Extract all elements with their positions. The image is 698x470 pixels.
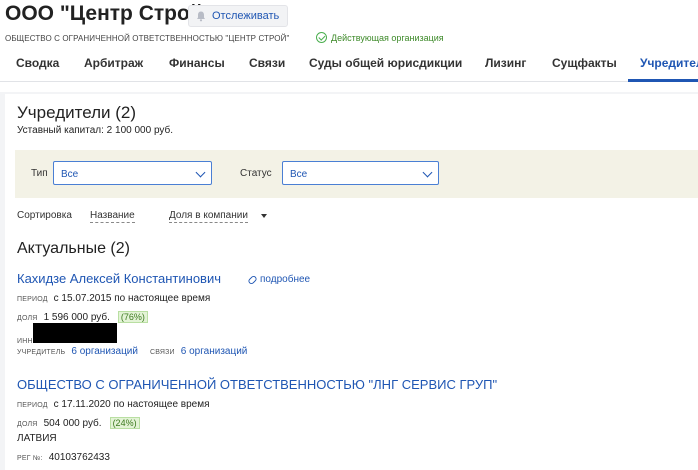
share-label: ДОЛЯ: [17, 315, 38, 322]
reg-number-label: РЕГ №:: [17, 455, 43, 462]
sort-label: Сортировка: [17, 210, 72, 221]
chevron-down-icon: [195, 167, 206, 178]
period-label: ПЕРИОД: [17, 296, 48, 303]
status-text: Действующая организация: [331, 32, 444, 43]
period-value: с 15.07.2015 по настоящее время: [53, 293, 211, 304]
founder-links-row: УЧРЕДИТЕЛЬ 6 организаций СВЯЗИ 6 организ…: [17, 346, 247, 357]
tab-general-courts[interactable]: Суды общей юрисдикции: [309, 56, 462, 70]
tab-arbitration[interactable]: Арбитраж: [84, 56, 143, 70]
founders-panel: Учредители (2) Уставный капитал: 2 100 0…: [5, 94, 698, 470]
section-title-current: Актуальные (2): [17, 240, 130, 257]
share-percent-badge: (24%): [109, 417, 140, 429]
chevron-down-icon: [422, 167, 433, 178]
founder-share-row: ДОЛЯ 1 596 000 руб. (76%): [17, 311, 148, 323]
status-select[interactable]: Все: [282, 161, 439, 185]
follow-label: Отслеживать: [212, 10, 280, 22]
period-label: ПЕРИОД: [17, 402, 48, 409]
redacted-inn: [32, 323, 117, 343]
share-percent-badge: (76%): [117, 311, 148, 323]
founder-share-row: ДОЛЯ 504 000 руб. (24%): [17, 417, 140, 429]
status-select-value: Все: [290, 169, 308, 180]
share-value: 1 596 000 руб.: [43, 312, 110, 323]
founder-reg-row: РЕГ №: 40103762433: [17, 452, 110, 463]
founder-period-row: ПЕРИОД с 15.07.2015 по настоящее время: [17, 293, 210, 304]
status-badge: Действующая организация: [316, 32, 444, 43]
period-value: с 17.11.2020 по настоящее время: [53, 399, 210, 410]
founder-period-row: ПЕРИОД с 17.11.2020 по настоящее время: [17, 399, 210, 410]
share-label: ДОЛЯ: [17, 421, 38, 428]
reg-number-value: 40103762433: [48, 452, 110, 463]
founder-of-label: УЧРЕДИТЕЛЬ: [17, 349, 66, 356]
company-full-name: ОБЩЕСТВО С ОГРАНИЧЕННОЙ ОТВЕТСТВЕННОСТЬЮ…: [5, 34, 290, 43]
founder-name-link[interactable]: ОБЩЕСТВО С ОГРАНИЧЕННОЙ ОТВЕТСТВЕННОСТЬЮ…: [17, 377, 497, 392]
more-details-link[interactable]: подробнее: [247, 274, 311, 285]
page-title: Учредители (2): [17, 103, 137, 122]
tab-founders[interactable]: Учредители: [640, 56, 698, 70]
filter-box: Тип Все Статус Все: [15, 150, 698, 198]
inn-label: ИНН: [17, 338, 33, 345]
tab-connections[interactable]: Связи: [249, 56, 285, 70]
connections-link[interactable]: 6 организаций: [181, 346, 248, 357]
authorized-capital: Уставный капитал: 2 100 000 руб.: [17, 125, 174, 136]
tab-finance[interactable]: Финансы: [169, 56, 225, 70]
tab-material-facts[interactable]: Сущфакты: [552, 56, 617, 70]
founder-inn-row: ИНН: [17, 323, 117, 345]
link-icon: [247, 274, 258, 285]
sort-direction-icon: [261, 214, 267, 218]
tab-summary[interactable]: Сводка: [16, 56, 59, 70]
founder-country-row: ЛАТВИЯ: [17, 433, 57, 444]
company-name: ООО "Центр Строй": [5, 2, 213, 25]
bell-icon: [197, 11, 205, 22]
sort-by-name[interactable]: Название: [90, 210, 135, 223]
connections-label: СВЯЗИ: [149, 349, 175, 356]
status-filter-label: Статус: [240, 168, 272, 179]
country-value: ЛАТВИЯ: [17, 433, 57, 444]
company-header: ООО "Центр Строй" Отслеживать ОБЩЕСТВО С…: [0, 0, 698, 92]
check-circle-icon: [316, 32, 327, 43]
type-select[interactable]: Все: [53, 161, 212, 185]
tab-bar: Сводка Арбитраж Финансы Связи Суды общей…: [0, 50, 698, 82]
founder-name-link[interactable]: Кахидзе Алексей Константинович: [17, 271, 221, 286]
tab-leasing[interactable]: Лизинг: [485, 56, 526, 70]
sort-by-share[interactable]: Доля в компании: [169, 210, 248, 223]
share-value: 504 000 руб.: [43, 418, 102, 429]
more-details-label: подробнее: [260, 274, 311, 285]
active-tab-indicator: [628, 79, 698, 82]
follow-button[interactable]: Отслеживать: [188, 5, 289, 27]
type-select-value: Все: [61, 169, 79, 180]
founder-of-link[interactable]: 6 организаций: [71, 346, 138, 357]
type-filter-label: Тип: [31, 168, 48, 179]
